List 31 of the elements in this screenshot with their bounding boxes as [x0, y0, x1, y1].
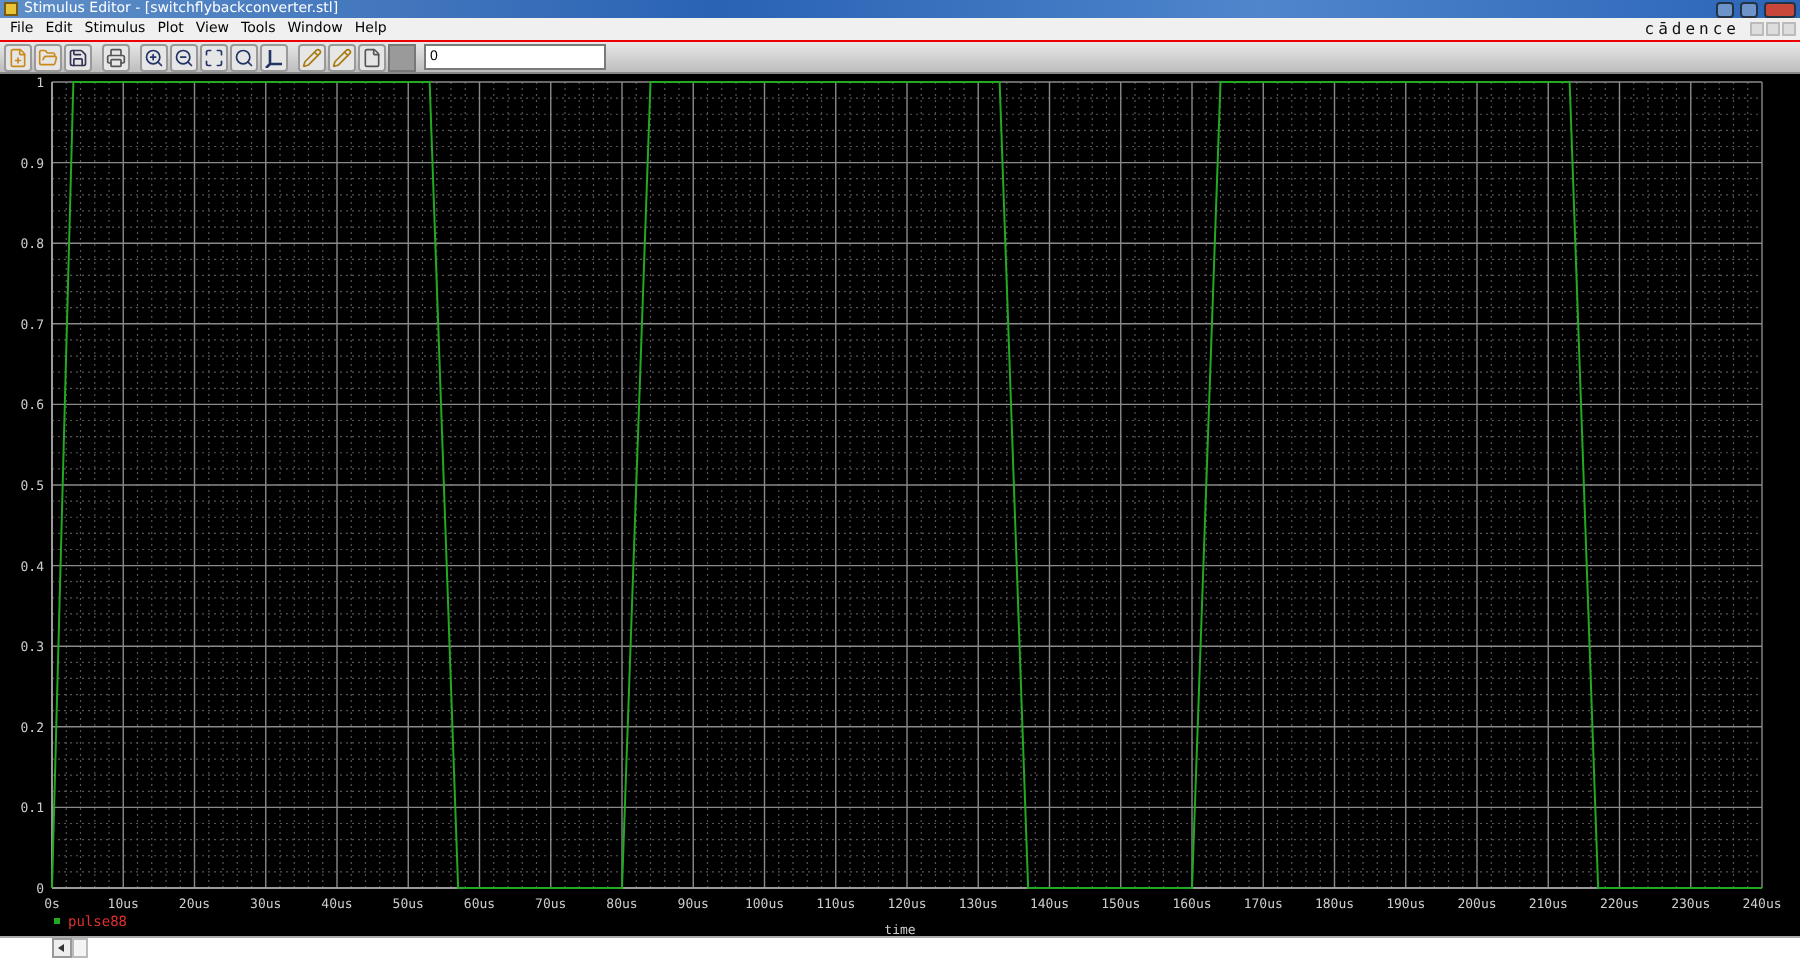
axis-button[interactable]: [260, 43, 288, 71]
horizontal-scrollbar[interactable]: [0, 936, 1800, 958]
zoom-in-button[interactable]: [140, 43, 168, 71]
add-button[interactable]: [358, 43, 386, 71]
printer-icon: [106, 47, 126, 67]
pencil-button[interactable]: [298, 43, 326, 71]
pencil-icon: [332, 47, 352, 67]
print-button[interactable]: [102, 43, 130, 71]
zoom-out-button[interactable]: [170, 43, 198, 71]
page-icon: [362, 47, 382, 67]
scroll-left-icon[interactable]: [52, 938, 72, 958]
zoom-fit-icon: [204, 47, 224, 67]
logo: cādence: [1644, 20, 1740, 38]
close-button[interactable]: [1764, 1, 1796, 17]
zoom-out-icon: [174, 47, 194, 67]
pencil-button[interactable]: [328, 43, 356, 71]
folder-icon: [38, 47, 58, 67]
app-icon: [4, 2, 18, 16]
save-button[interactable]: [64, 43, 92, 71]
new-button[interactable]: [4, 43, 32, 71]
scroll-thumb[interactable]: [72, 938, 88, 958]
new-file-icon: [8, 47, 28, 67]
pencil-icon: [302, 47, 322, 67]
axis-icon: [264, 47, 284, 67]
search-icon: [234, 47, 254, 67]
zoom-area-button[interactable]: [230, 43, 258, 71]
zoom-in-icon: [144, 47, 164, 67]
zoom-fit-button[interactable]: [200, 43, 228, 71]
color-swatch-button[interactable]: [388, 43, 416, 71]
save-icon: [68, 47, 88, 67]
maximize-button[interactable]: [1740, 1, 1758, 17]
